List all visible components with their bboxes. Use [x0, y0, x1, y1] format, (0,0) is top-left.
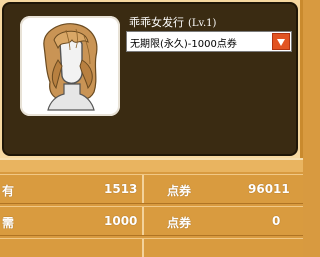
table-row-empty	[0, 238, 303, 257]
item-portrait	[20, 16, 120, 116]
row-label: 需	[2, 216, 15, 230]
cost-table: 有 1513 点券 96011 需 1000 点券 0	[0, 172, 303, 257]
row-total: 96011	[248, 182, 290, 196]
column-divider	[142, 175, 144, 203]
duration-select-value: 无期限(永久)-1000点券	[130, 39, 237, 50]
hairstyle-icon	[43, 23, 98, 111]
item-name: 乖乖女发行	[129, 16, 184, 29]
row-total: 0	[272, 214, 281, 228]
row-value: 1513	[104, 182, 138, 196]
item-panel: 乖乖女发行 (Lv.1) 无期限(永久)-1000点券	[2, 2, 298, 156]
item-frame: 乖乖女发行 (Lv.1) 无期限(永久)-1000点券	[0, 0, 303, 172]
column-divider	[142, 207, 144, 235]
column-divider	[142, 239, 144, 257]
item-level: (Lv.1)	[188, 18, 217, 29]
table-row-need: 需 1000 点券 0	[0, 206, 303, 236]
row-label: 有	[2, 184, 15, 198]
row-value: 1000	[104, 214, 138, 228]
row-currency: 点券	[167, 184, 192, 198]
chevron-down-icon	[277, 39, 285, 46]
table-row-have: 有 1513 点券 96011	[0, 174, 303, 204]
row-currency: 点券	[167, 216, 192, 230]
dropdown-arrow-button[interactable]	[272, 33, 290, 50]
item-title: 乖乖女发行 (Lv.1)	[129, 14, 216, 30]
duration-select[interactable]: 无期限(永久)-1000点券	[126, 31, 292, 52]
panel-bottom-strip	[0, 158, 303, 172]
